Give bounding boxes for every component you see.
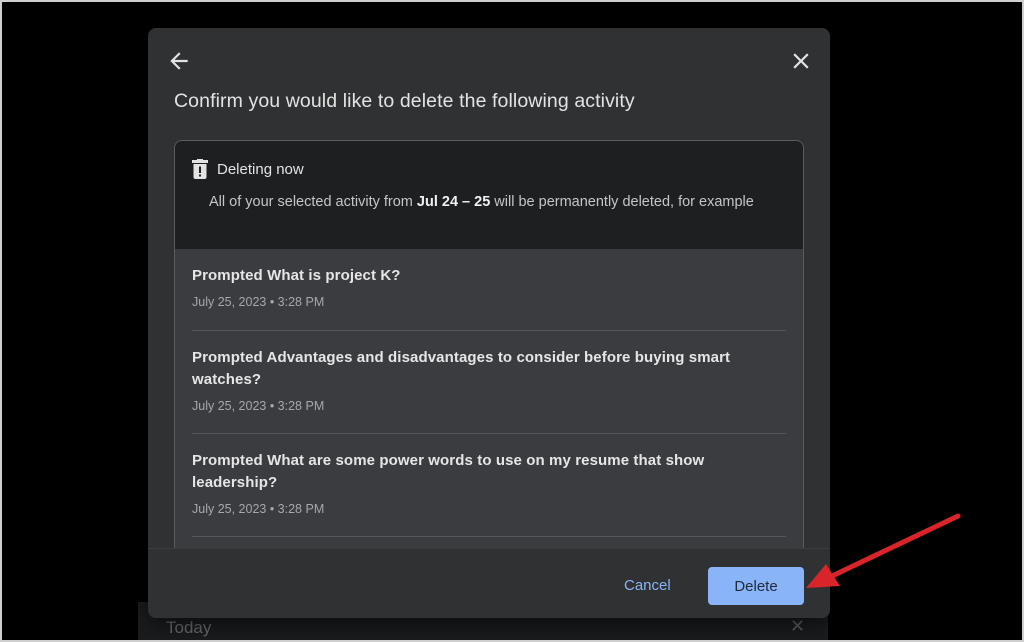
activity-item: Prompted What are some power words to us… (192, 450, 786, 516)
divider (192, 330, 786, 331)
activity-item-title: Prompted What is project K? (192, 267, 401, 284)
close-button[interactable] (788, 48, 814, 74)
annotation-arrow-icon (806, 513, 961, 588)
description-prefix: All of your selected activity from (209, 194, 417, 210)
delete-confirmation-dialog: Confirm you would like to delete the fol… (148, 28, 830, 618)
background-today-label: Today (166, 618, 212, 637)
back-button[interactable] (166, 48, 192, 74)
background-close-icon: ✕ (790, 616, 806, 636)
description-suffix: will be permanently deleted, for example (490, 194, 754, 210)
delete-button[interactable]: Delete (708, 567, 804, 605)
deleting-now-description: All of your selected activity from Jul 2… (209, 191, 769, 213)
activity-item-time: July 25, 2023 • 3:28 PM (192, 399, 325, 413)
screenshot-frame: Today ✕ Confirm you would like to delete… (0, 0, 1024, 642)
deleting-now-heading: Deleting now (217, 161, 304, 178)
activity-item-time: July 25, 2023 • 3:28 PM (192, 295, 325, 309)
activity-item: Prompted What is project K? July 25, 202… (192, 265, 786, 309)
arrow-left-icon (170, 52, 188, 70)
activity-item-title: Prompted Advantages and disadvantages to… (192, 349, 731, 388)
close-icon (793, 53, 809, 69)
divider (192, 536, 786, 537)
divider (192, 433, 786, 434)
activity-card: Deleting now All of your selected activi… (174, 140, 804, 561)
deleting-now-notice: Deleting now All of your selected activi… (175, 141, 803, 249)
dialog-footer: Cancel Delete (148, 548, 830, 618)
dialog-title: Confirm you would like to delete the fol… (174, 90, 635, 112)
delete-alert-icon (192, 159, 208, 179)
activity-item: Prompted Advantages and disadvantages to… (192, 347, 786, 413)
activity-item-title: Prompted What are some power words to us… (192, 452, 705, 491)
date-range: Jul 24 – 25 (416, 194, 491, 210)
activity-item-time: July 25, 2023 • 3:28 PM (192, 502, 325, 516)
cancel-button[interactable]: Cancel (616, 573, 679, 598)
